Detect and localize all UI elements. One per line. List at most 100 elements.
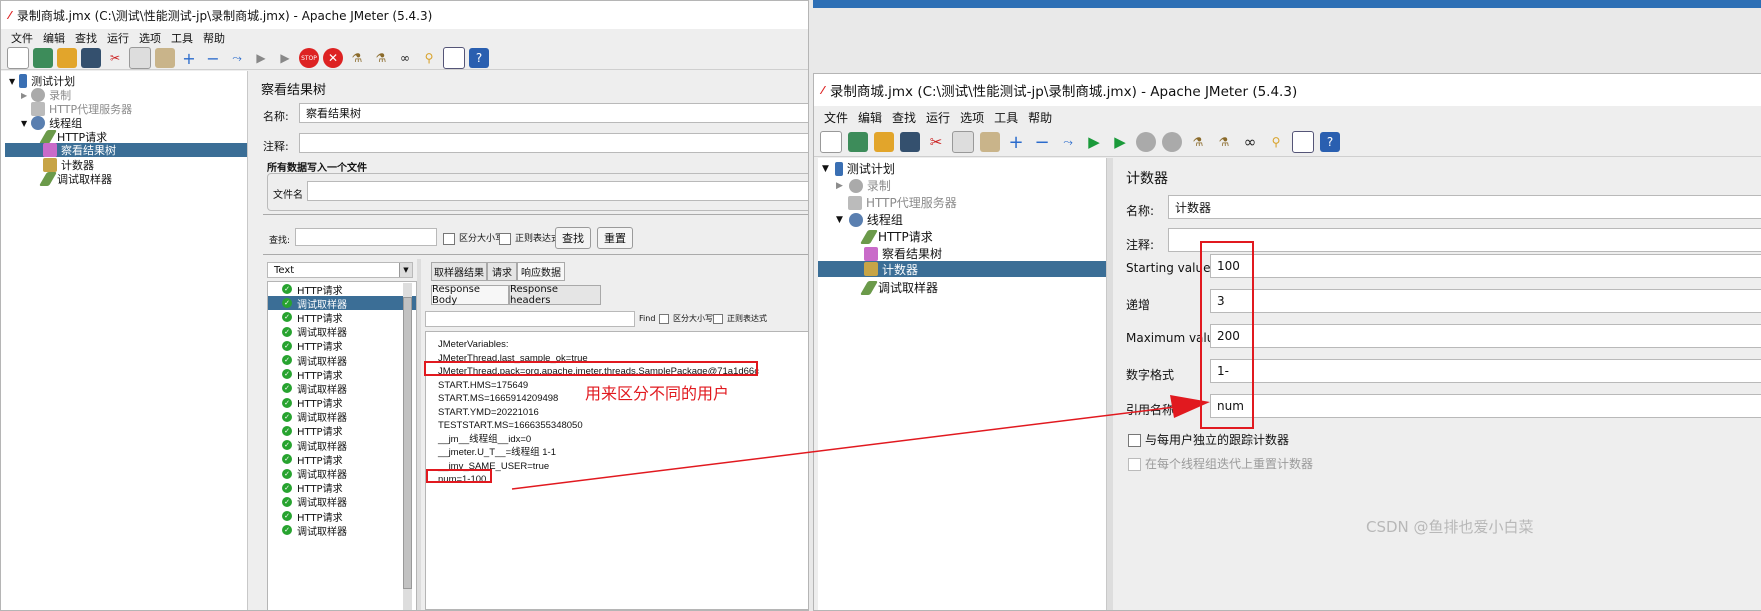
collapse-icon[interactable]: − [203, 48, 223, 68]
name-field[interactable]: 计数器 [1168, 195, 1761, 219]
per-user-checkbox[interactable]: 与每用户独立的跟踪计数器 [1128, 431, 1289, 448]
result-item[interactable]: ✓ 调试取样器 [268, 438, 416, 453]
copy-icon[interactable] [129, 47, 151, 69]
collapse-icon[interactable]: − [1032, 132, 1052, 153]
reference-name-field[interactable]: num [1210, 394, 1761, 418]
tree-node-counter[interactable]: 计数器 [818, 261, 1106, 277]
result-item[interactable]: ✓ 调试取样器 [268, 495, 416, 509]
shutdown-icon[interactable]: ✕ [323, 48, 343, 68]
tree-node-http-proxy[interactable]: HTTP代理服务器 [848, 194, 957, 211]
help-icon[interactable]: ? [469, 48, 489, 68]
tree-node-debug-sampler[interactable]: 调试取样器 [38, 171, 112, 187]
clear-icon[interactable]: ⚗ [1188, 132, 1208, 152]
new-icon[interactable] [820, 131, 842, 153]
copy-icon[interactable] [952, 131, 974, 153]
tree-node-view-results[interactable]: 察看结果树 [5, 143, 247, 157]
result-item[interactable]: ✓ HTTP请求 [268, 310, 416, 325]
result-item[interactable]: ✓ 调试取样器 [268, 325, 416, 339]
regex-checkbox[interactable]: 正则表达式 [499, 231, 560, 245]
search-binoculars-icon[interactable]: ∞ [395, 48, 415, 68]
menu-options[interactable]: 选项 [139, 30, 161, 46]
collapse-arrow-icon[interactable]: ▼ [21, 119, 27, 128]
menu-edit[interactable]: 编辑 [858, 109, 882, 126]
menu-tools[interactable]: 工具 [171, 30, 193, 46]
paste-icon[interactable] [980, 132, 1000, 152]
case-sensitive-checkbox[interactable]: 区分大小写 [443, 231, 504, 245]
collapse-arrow-icon[interactable]: ▼ [836, 215, 843, 225]
stop-icon[interactable] [1136, 132, 1156, 152]
result-item[interactable]: ✓ 调试取样器 [268, 353, 416, 368]
start-no-pause-icon[interactable]: ▶ [1110, 132, 1130, 152]
function-list-icon[interactable] [443, 47, 465, 69]
increment-field[interactable]: 3 [1210, 289, 1761, 313]
reset-button[interactable]: 重置 [597, 227, 633, 249]
start-no-pause-icon[interactable]: ▶ [275, 48, 295, 68]
collapse-arrow-icon[interactable]: ▼ [9, 77, 15, 86]
name-field[interactable]: 察看结果树 [299, 103, 808, 123]
result-item[interactable]: ✓ HTTP请求 [268, 396, 416, 410]
start-icon[interactable]: ▶ [1084, 132, 1104, 152]
number-format-field[interactable]: 1- [1210, 359, 1761, 383]
tree-node-debug-sampler[interactable]: 调试取样器 [859, 279, 938, 296]
checkbox-icon[interactable] [1128, 434, 1141, 447]
menu-options[interactable]: 选项 [960, 109, 984, 126]
cut-icon[interactable]: ✂ [926, 132, 946, 152]
tree-node-test-plan[interactable]: ▼ 测试计划 [822, 160, 895, 177]
result-item[interactable]: ✓ HTTP请求 [268, 367, 416, 382]
tree-node-thread-group[interactable]: ▼ 线程组 [836, 211, 903, 228]
checkbox-icon[interactable] [499, 232, 511, 245]
open-icon[interactable] [874, 132, 894, 152]
tree-node-recording[interactable]: ▶ 录制 [836, 177, 891, 194]
menu-run[interactable]: 运行 [107, 30, 129, 46]
broom-icon[interactable]: ⚲ [419, 48, 439, 68]
save-icon[interactable] [81, 48, 101, 68]
reset-per-iteration-checkbox[interactable]: 在每个线程组迭代上重置计数器 [1128, 455, 1313, 472]
expand-arrow-icon[interactable]: ▶ [21, 91, 27, 100]
tab-response-data[interactable]: 响应数据 [517, 262, 565, 281]
find-input[interactable] [425, 311, 635, 327]
results-scrollbar[interactable] [403, 283, 412, 610]
paste-icon[interactable] [155, 48, 175, 68]
expand-arrow-icon[interactable]: ▶ [836, 181, 843, 191]
toggle-icon[interactable]: ⤳ [227, 48, 247, 68]
toggle-icon[interactable]: ⤳ [1058, 132, 1078, 152]
subtab-response-body[interactable]: Response Body [431, 284, 509, 306]
menu-search[interactable]: 查找 [75, 30, 97, 46]
checkbox-icon[interactable] [1128, 458, 1141, 471]
search-binoculars-icon[interactable]: ∞ [1240, 132, 1260, 152]
collapse-arrow-icon[interactable]: ▼ [822, 164, 829, 174]
shutdown-icon[interactable] [1162, 132, 1182, 152]
expand-icon[interactable]: + [179, 48, 199, 68]
right-vertical-splitter[interactable] [1107, 158, 1113, 610]
search-input[interactable] [295, 228, 437, 246]
menu-search[interactable]: 查找 [892, 109, 916, 126]
scroll-thumb[interactable] [403, 297, 412, 589]
result-item[interactable]: ✓ HTTP请求 [268, 282, 416, 297]
open-icon[interactable] [57, 48, 77, 68]
result-item[interactable]: ✓ HTTP请求 [268, 481, 416, 495]
result-item[interactable]: ✓ HTTP请求 [268, 509, 416, 524]
menu-help[interactable]: 帮助 [1028, 109, 1052, 126]
menu-tools[interactable]: 工具 [994, 109, 1018, 126]
comment-field[interactable] [299, 133, 808, 153]
help-icon[interactable]: ? [1320, 132, 1340, 152]
result-item[interactable]: ✓ 调试取样器 [268, 410, 416, 424]
result-item[interactable]: ✓ HTTP请求 [268, 452, 416, 467]
result-item[interactable]: ✓ 调试取样器 [268, 523, 416, 538]
result-item[interactable]: ✓ HTTP请求 [268, 339, 416, 353]
clear-icon[interactable]: ⚗ [347, 48, 367, 68]
checkbox-icon[interactable] [713, 313, 723, 324]
tab-request[interactable]: 请求 [487, 262, 517, 281]
starting-value-field[interactable]: 100 [1210, 254, 1761, 278]
comment-field[interactable] [1168, 228, 1761, 252]
checkbox-icon[interactable] [659, 313, 669, 324]
splitter-top[interactable] [263, 214, 808, 215]
cut-icon[interactable]: ✂ [105, 48, 125, 68]
find-case-checkbox[interactable]: 区分大小写 [659, 313, 713, 324]
maximum-value-field[interactable]: 200 [1210, 324, 1761, 348]
expand-icon[interactable]: + [1006, 132, 1026, 153]
result-item[interactable]: ✓ 调试取样器 [268, 466, 416, 481]
splitter-bottom[interactable] [263, 254, 808, 255]
result-item[interactable]: ✓ 调试取样器 [268, 296, 416, 311]
menu-help[interactable]: 帮助 [203, 30, 225, 46]
